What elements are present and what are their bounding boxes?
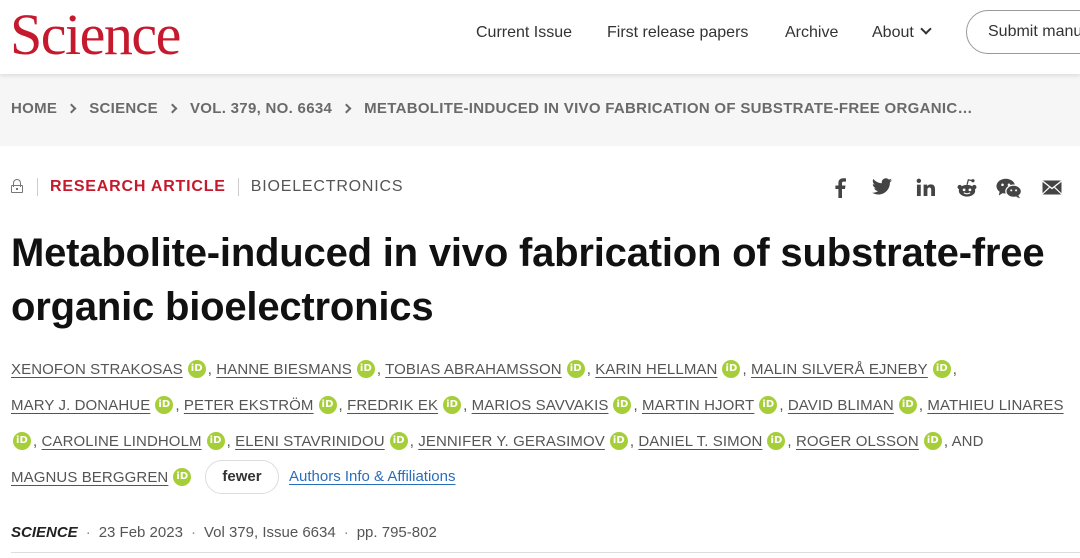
orcid-icon[interactable]: iD bbox=[187, 360, 206, 379]
science-logo[interactable]: Science bbox=[10, 2, 181, 68]
breadcrumb-article: METABOLITE-INDUCED IN VIVO FABRICATION O… bbox=[364, 100, 973, 118]
site-header: Science Current Issue First release pape… bbox=[0, 0, 1080, 74]
author-list-line: iD, CAROLINE LINDHOLM iD, ELENI STAVRINID… bbox=[11, 430, 984, 454]
author-link[interactable]: MARIOS SAVVAKIS bbox=[472, 397, 609, 414]
author-link[interactable]: DANIEL T. SIMON bbox=[638, 433, 762, 450]
author-list-line: MARY J. DONAHUE iD, PETER EKSTRÖM iD, FRED… bbox=[11, 396, 1064, 415]
nav-current-issue[interactable]: Current Issue bbox=[476, 22, 572, 44]
breadcrumb-volume[interactable]: VOL. 379, NO. 6634 bbox=[190, 100, 332, 118]
article-title-line: Metabolite-induced in vivo fabrication o… bbox=[11, 231, 1045, 275]
author-link[interactable]: MATHIEU LINARES bbox=[927, 397, 1063, 414]
nav-about-label: About bbox=[872, 24, 914, 41]
article-title-line: organic bioelectronics bbox=[11, 285, 434, 329]
orcid-icon[interactable]: iD bbox=[722, 360, 741, 379]
author-list-line: MAGNUS BERGGREN iD bbox=[11, 466, 193, 490]
orcid-icon[interactable]: iD bbox=[566, 360, 585, 379]
chevron-down-icon bbox=[920, 23, 932, 35]
submit-manuscript-button[interactable]: Submit manuscript bbox=[966, 10, 1080, 54]
author-link[interactable]: ROGER OLSSON bbox=[796, 433, 919, 450]
nav-about[interactable]: About bbox=[872, 22, 932, 44]
wechat-icon[interactable] bbox=[996, 178, 1023, 200]
breadcrumb-science[interactable]: SCIENCE bbox=[89, 100, 158, 118]
chevron-right-icon bbox=[341, 103, 352, 113]
reddit-icon[interactable] bbox=[955, 178, 979, 200]
journal-name[interactable]: SCIENCE bbox=[11, 524, 78, 541]
author-link[interactable]: TOBIAS ABRAHAMSSON bbox=[385, 361, 562, 378]
twitter-icon[interactable] bbox=[871, 178, 893, 200]
fewer-authors-button[interactable]: fewer bbox=[205, 460, 279, 494]
author-link[interactable]: ELENI STAVRINIDOU bbox=[235, 433, 385, 450]
author-link[interactable]: MAGNUS BERGGREN bbox=[11, 469, 168, 486]
authors-info-affiliations-link[interactable]: Authors Info & Affiliations bbox=[289, 466, 456, 488]
author-link[interactable]: HANNE BIESMANS bbox=[216, 361, 352, 378]
volume-issue[interactable]: Vol 379, Issue 6634 bbox=[204, 524, 336, 541]
facebook-icon[interactable] bbox=[831, 178, 849, 200]
author-link[interactable]: MARTIN HJORT bbox=[642, 397, 754, 414]
orcid-icon[interactable]: iD bbox=[932, 360, 951, 379]
article-subject[interactable]: BIOELECTRONICS bbox=[251, 178, 404, 195]
orcid-icon[interactable]: iD bbox=[155, 396, 174, 415]
linkedin-icon[interactable] bbox=[914, 178, 936, 200]
orcid-icon[interactable]: iD bbox=[356, 360, 375, 379]
author-link[interactable]: DAVID BLIMAN bbox=[788, 397, 894, 414]
orcid-icon[interactable]: iD bbox=[923, 432, 942, 451]
article-type[interactable]: RESEARCH ARTICLE bbox=[50, 178, 226, 195]
author-link[interactable]: XENOFON STRAKOSAS bbox=[11, 361, 183, 378]
article-meta-row: RESEARCH ARTICLE BIOELECTRONICS bbox=[11, 176, 403, 198]
author-list-line: XENOFON STRAKOSAS iD, HANNE BIESMANS iD, T… bbox=[11, 360, 958, 379]
divider bbox=[11, 552, 1080, 553]
author-link[interactable]: JENNIFER Y. GERASIMOV bbox=[418, 433, 605, 450]
author-link[interactable]: MALIN SILVERÅ EJNEBY bbox=[751, 361, 928, 378]
nav-first-release-papers[interactable]: First release papers bbox=[607, 22, 748, 44]
author-link[interactable]: PETER EKSTRÖM bbox=[184, 397, 314, 414]
breadcrumb: HOME SCIENCE VOL. 379, NO. 6634 METABOLITE-… bbox=[11, 100, 973, 118]
orcid-icon[interactable]: iD bbox=[609, 432, 628, 451]
chevron-right-icon bbox=[66, 103, 77, 113]
email-icon[interactable] bbox=[1041, 178, 1062, 200]
orcid-icon[interactable]: iD bbox=[173, 468, 192, 487]
orcid-icon[interactable]: iD bbox=[318, 396, 337, 415]
orcid-icon[interactable]: iD bbox=[613, 396, 632, 415]
orcid-icon[interactable]: iD bbox=[389, 432, 408, 451]
divider bbox=[37, 177, 38, 196]
orcid-icon[interactable]: iD bbox=[767, 432, 786, 451]
orcid-icon[interactable]: iD bbox=[443, 396, 462, 415]
author-link[interactable]: MARY J. DONAHUE bbox=[11, 397, 150, 414]
citation-line: SCIENCE · 23 Feb 2023 · Vol 379, Issue 6634 ·… bbox=[11, 524, 437, 541]
divider bbox=[237, 177, 239, 196]
author-link[interactable]: CAROLINE LINDHOLM bbox=[42, 433, 202, 450]
orcid-icon[interactable]: iD bbox=[898, 396, 917, 415]
nav-archive[interactable]: Archive bbox=[785, 22, 838, 44]
orcid-icon[interactable]: iD bbox=[759, 396, 778, 415]
page-range: pp. 795-802 bbox=[356, 524, 437, 541]
orcid-icon[interactable]: iD bbox=[206, 432, 225, 451]
publication-date: 23 Feb 2023 bbox=[98, 524, 183, 541]
lock-icon bbox=[11, 178, 23, 193]
breadcrumb-band: HOME SCIENCE VOL. 379, NO. 6634 METABOLITE-… bbox=[0, 74, 1080, 146]
author-link[interactable]: FREDRIK EK bbox=[347, 397, 438, 414]
author-link[interactable]: KARIN HELLMAN bbox=[595, 361, 717, 378]
orcid-icon[interactable]: iD bbox=[13, 432, 31, 451]
breadcrumb-home[interactable]: HOME bbox=[11, 100, 57, 118]
and-label: AND bbox=[951, 433, 984, 450]
article-title: Metabolite-induced in vivo fabrication o… bbox=[11, 226, 1076, 334]
chevron-right-icon bbox=[167, 103, 178, 113]
